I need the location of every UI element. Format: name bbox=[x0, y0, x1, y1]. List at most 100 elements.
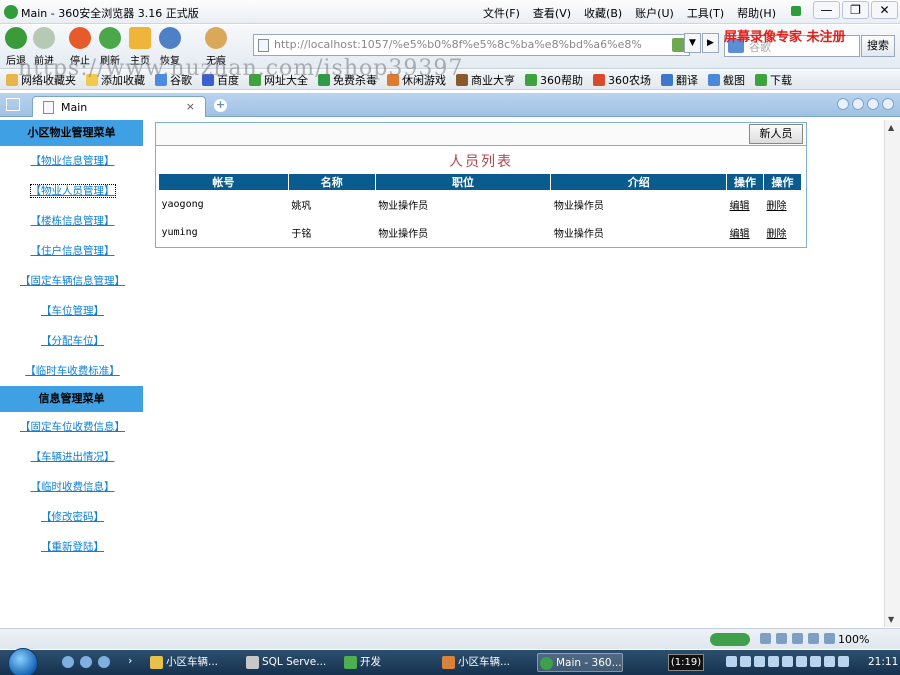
download-tool[interactable]: 下载 bbox=[755, 72, 792, 88]
menu-file[interactable]: 文件(F) bbox=[483, 5, 520, 21]
sidebar-item-temp-fee-info[interactable]: 【临时收费信息】 bbox=[0, 472, 145, 502]
quick-launch-icon[interactable] bbox=[98, 656, 110, 668]
tab-menu-icon[interactable] bbox=[6, 98, 20, 111]
taskbar-item-active[interactable]: Main - 360... bbox=[537, 653, 623, 672]
tab-main[interactable]: Main × bbox=[32, 96, 206, 117]
browser-icon bbox=[540, 657, 553, 670]
status-tool-icon[interactable] bbox=[808, 633, 819, 644]
sidebar-item-parking-space[interactable]: 【车位管理】 bbox=[0, 296, 145, 326]
chevron-right-icon[interactable]: › bbox=[128, 654, 132, 667]
table-row: yaogong 姚巩 物业操作员 物业操作员 编辑 删除 bbox=[159, 191, 802, 219]
address-go-button[interactable]: ▶ bbox=[702, 33, 719, 53]
account-cell: yaogong bbox=[161, 199, 204, 211]
taskbar-item[interactable]: 开发 bbox=[342, 653, 381, 672]
close-tab-icon[interactable]: × bbox=[186, 100, 195, 113]
scroll-up-icon[interactable]: ▲ bbox=[888, 123, 894, 132]
menu-account[interactable]: 账户(U) bbox=[635, 5, 674, 21]
favorite-item[interactable]: 360帮助 bbox=[525, 72, 583, 88]
help-icon bbox=[525, 73, 537, 86]
delete-link[interactable]: 删除 bbox=[767, 201, 787, 212]
intro-cell: 物业操作员 bbox=[553, 201, 604, 213]
sidebar-item-building-info[interactable]: 【楼栋信息管理】 bbox=[0, 206, 145, 236]
address-bar[interactable]: http://localhost:1057/%e5%b0%8f%e5%8c%ba… bbox=[253, 34, 690, 56]
folder-icon bbox=[150, 656, 163, 669]
tab-tool-icon[interactable] bbox=[867, 98, 879, 110]
sidebar-item-fixed-vehicle[interactable]: 【固定车辆信息管理】 bbox=[0, 266, 145, 296]
new-staff-button[interactable]: 新人员 bbox=[749, 124, 803, 144]
tray-icon[interactable] bbox=[838, 656, 849, 667]
tray-icon[interactable] bbox=[824, 656, 835, 667]
browser-logo-icon bbox=[4, 5, 18, 19]
quick-launch-icon[interactable] bbox=[80, 656, 92, 668]
sidebar-item-assign-space[interactable]: 【分配车位】 bbox=[0, 326, 145, 356]
name-cell: 姚巩 bbox=[291, 201, 312, 213]
sidebar-item-fixed-fee-info[interactable]: 【固定车位收费信息】 bbox=[0, 412, 145, 442]
page-icon bbox=[258, 39, 269, 52]
back-arrow-icon bbox=[5, 27, 27, 49]
tab-tool-icon[interactable] bbox=[882, 98, 894, 110]
taskbar: › 小区车辆... SQL Serve... 开发 小区车辆... Main -… bbox=[0, 648, 900, 675]
menu-favorites[interactable]: 收藏(B) bbox=[584, 5, 622, 21]
intro-cell: 物业操作员 bbox=[553, 229, 604, 240]
new-tab-button[interactable]: + bbox=[214, 99, 227, 112]
translate-tool[interactable]: 翻译 bbox=[661, 72, 698, 88]
tray-icon[interactable] bbox=[754, 656, 765, 667]
incognito-icon bbox=[205, 27, 227, 49]
address-dropdown-button[interactable]: ▼ bbox=[684, 33, 701, 53]
search-button[interactable]: 搜索 bbox=[861, 35, 895, 57]
tab-tool-icon[interactable] bbox=[837, 98, 849, 110]
sidebar-item-relogin[interactable]: 【重新登陆】 bbox=[0, 532, 145, 562]
tray-icon[interactable] bbox=[740, 656, 751, 667]
vertical-scrollbar[interactable]: ▲ ▼ bbox=[884, 120, 900, 627]
quick-launch-icon[interactable] bbox=[62, 656, 74, 668]
menu-tools[interactable]: 工具(T) bbox=[687, 5, 724, 21]
zoom-level[interactable]: 100% bbox=[838, 633, 869, 646]
favorite-item[interactable]: 360农场 bbox=[593, 72, 651, 88]
edit-link[interactable]: 编辑 bbox=[730, 229, 750, 240]
column-header: 操作 bbox=[763, 173, 802, 191]
taskbar-item[interactable]: 小区车辆... bbox=[440, 653, 510, 672]
edit-link[interactable]: 编辑 bbox=[730, 201, 750, 212]
status-tool-icon[interactable] bbox=[760, 633, 771, 644]
tree-icon bbox=[344, 656, 357, 669]
tray-icon[interactable] bbox=[796, 656, 807, 667]
column-header: 名称 bbox=[287, 173, 376, 191]
tab-bar: Main × + bbox=[0, 93, 900, 117]
sidebar-item-temp-fee-standard[interactable]: 【临时车收费标准】 bbox=[0, 356, 145, 386]
stop-icon bbox=[69, 27, 91, 49]
pin-icon[interactable] bbox=[791, 6, 801, 16]
scroll-down-icon[interactable]: ▼ bbox=[888, 615, 894, 624]
tray-icon[interactable] bbox=[768, 656, 779, 667]
table-header-row: 帐号 名称 职位 介绍 操作 操作 bbox=[158, 173, 802, 191]
staff-list-panel: 新人员 人员列表 帐号 名称 职位 介绍 操作 操作 yaogong 姚巩 物业… bbox=[155, 122, 807, 248]
close-window-button[interactable]: ✕ bbox=[871, 1, 898, 19]
sidebar-item-vehicle-in-out[interactable]: 【车辆进出情况】 bbox=[0, 442, 145, 472]
address-text: http://localhost:1057/%e5%b0%8f%e5%8c%ba… bbox=[274, 38, 642, 51]
taskbar-item[interactable]: SQL Serve... bbox=[244, 653, 326, 672]
menu-section-title: 信息管理菜单 bbox=[0, 386, 143, 412]
tray-icon[interactable] bbox=[782, 656, 793, 667]
status-tool-icon[interactable] bbox=[824, 633, 835, 644]
status-tool-icon[interactable] bbox=[792, 633, 803, 644]
sidebar-item-property-staff[interactable]: 【物业人员管理】 bbox=[0, 176, 145, 206]
screenshot-tool[interactable]: 截图 bbox=[708, 72, 745, 88]
sidebar-item-resident-info[interactable]: 【住户信息管理】 bbox=[0, 236, 145, 266]
menu-view[interactable]: 查看(V) bbox=[533, 5, 571, 21]
tray-icon[interactable] bbox=[726, 656, 737, 667]
tab-tool-icon[interactable] bbox=[852, 98, 864, 110]
position-cell: 物业操作员 bbox=[378, 229, 429, 240]
status-tool-icon[interactable] bbox=[776, 633, 787, 644]
sidebar-item-property-info[interactable]: 【物业信息管理】 bbox=[0, 146, 145, 176]
column-header: 职位 bbox=[374, 173, 552, 191]
tray-icon[interactable] bbox=[810, 656, 821, 667]
menu-help[interactable]: 帮助(H) bbox=[737, 5, 776, 21]
sidebar-item-change-password[interactable]: 【修改密码】 bbox=[0, 502, 145, 532]
minimize-button[interactable]: — bbox=[813, 1, 840, 19]
favorite-item[interactable]: 商业大亨 bbox=[456, 72, 515, 88]
delete-link[interactable]: 删除 bbox=[767, 229, 787, 240]
taskbar-item[interactable]: 小区车辆... bbox=[148, 653, 218, 672]
start-button[interactable] bbox=[8, 648, 38, 675]
app-icon bbox=[442, 656, 455, 669]
accelerator-toggle[interactable] bbox=[710, 633, 750, 646]
maximize-button[interactable]: ❐ bbox=[842, 1, 869, 19]
